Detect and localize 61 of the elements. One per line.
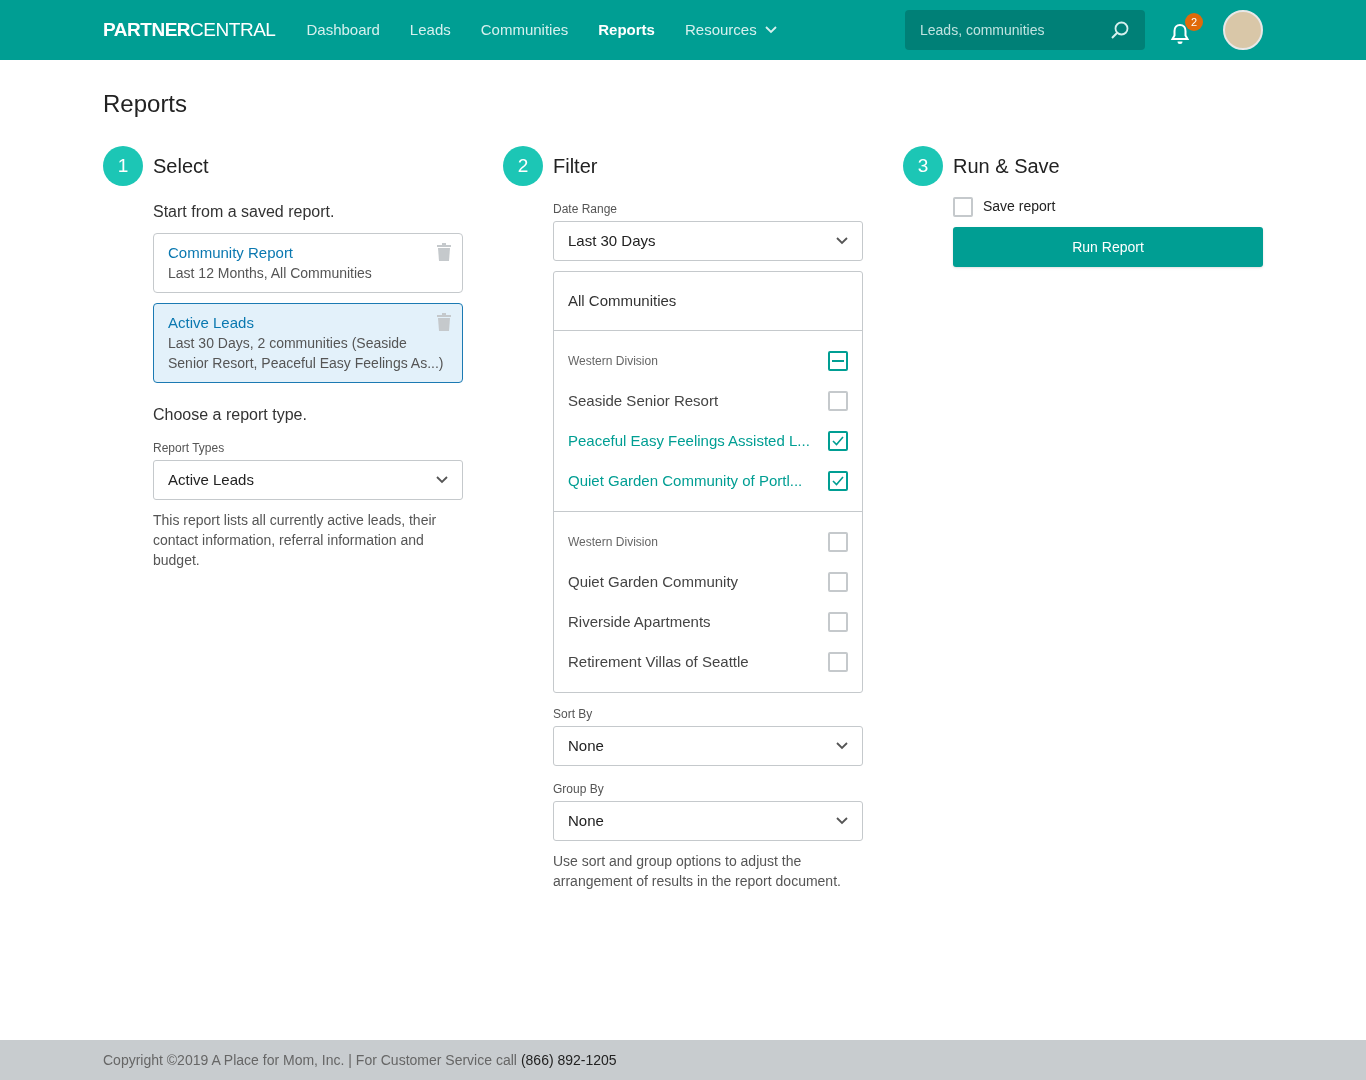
notification-badge: 2 (1185, 13, 1203, 31)
group-label: Western Division (568, 534, 658, 551)
checkbox[interactable] (828, 612, 848, 632)
description-text: Use sort and group options to adjust the arrangement of results in the report document. (553, 852, 842, 891)
saved-report-card[interactable]: Community Report Last 12 Months, All Communities (153, 233, 463, 293)
bell-icon (1169, 23, 1191, 45)
report-name: Active Leads (168, 313, 254, 333)
checkbox[interactable] (828, 532, 848, 552)
checkbox-label: Save report (983, 197, 1056, 216)
checkbox[interactable] (828, 431, 848, 451)
community-name: Retirement Villas of Seattle (568, 651, 749, 672)
copyright-text: Copyright ©2019 A Place for Mom, Inc. | For Customer Service call (103, 1050, 517, 1070)
section-heading: Start from a saved report. (153, 202, 336, 222)
checkbox[interactable] (828, 351, 848, 371)
description-text: This report lists all currently active leads, their contact information, referral information and budget. (153, 511, 438, 570)
chevron-down-icon (764, 26, 777, 34)
trash-icon[interactable] (437, 243, 451, 261)
community-name: Peaceful Easy Feelings Assisted L... (568, 430, 810, 451)
logo: PARTNERCENTRAL (103, 17, 276, 42)
trash-icon[interactable] (437, 313, 451, 331)
date-range-dropdown[interactable]: Last 30 Days (553, 221, 863, 261)
step-title: Filter (553, 154, 598, 179)
step-number: 1 (103, 146, 143, 186)
chevron-down-icon (436, 476, 448, 484)
field-label: Date Range (553, 201, 619, 218)
community-name: Quiet Garden Community of Portl... (568, 470, 803, 491)
field-label: Report Types (153, 440, 226, 457)
search-icon (1110, 20, 1130, 40)
step-number: 2 (503, 146, 543, 186)
checkbox[interactable] (828, 652, 848, 672)
page-title: Reports (103, 89, 189, 119)
step-number: 3 (903, 146, 943, 186)
minus-icon (832, 360, 844, 362)
community-name: Seaside Senior Resort (568, 390, 719, 411)
field-label: Sort By (553, 706, 594, 723)
step-title: Select (153, 154, 209, 179)
group-by-dropdown[interactable]: None (553, 801, 863, 841)
checkbox[interactable] (953, 196, 973, 217)
report-details: Last 12 Months, All Communities (168, 264, 372, 283)
search-input[interactable]: Leads, communities (920, 19, 1110, 41)
sort-by-dropdown[interactable]: None (553, 726, 863, 766)
avatar[interactable] (1223, 10, 1263, 50)
phone-number: (866) 892-1205 (520, 1050, 617, 1070)
saved-report-card[interactable]: Active Leads Last 30 Days, 2 communities (Seaside Senior Resort, Peaceful Easy Feelings As...) (153, 303, 463, 383)
chevron-down-icon (836, 817, 848, 825)
checkbox[interactable] (828, 572, 848, 592)
report-details: Last 30 Days, 2 communities (Seaside Senior Resort, Peaceful Easy Feelings As...) (168, 334, 445, 373)
community-name: Riverside Apartments (568, 611, 711, 632)
field-label: Group By (553, 781, 605, 798)
checkbox[interactable] (828, 471, 848, 491)
group-label: Western Division (568, 353, 658, 370)
report-type-dropdown[interactable]: Active Leads (153, 460, 463, 500)
list-item[interactable]: All Communities (554, 272, 862, 331)
chevron-down-icon (836, 237, 848, 245)
report-name: Community Report (168, 243, 294, 263)
chevron-down-icon (836, 742, 848, 750)
search-field[interactable]: Leads, communities (905, 10, 1145, 50)
section-heading: Choose a report type. (153, 405, 308, 425)
step-title: Run & Save (953, 154, 1060, 179)
checkbox[interactable] (828, 391, 848, 411)
community-name: Quiet Garden Community (568, 571, 739, 592)
